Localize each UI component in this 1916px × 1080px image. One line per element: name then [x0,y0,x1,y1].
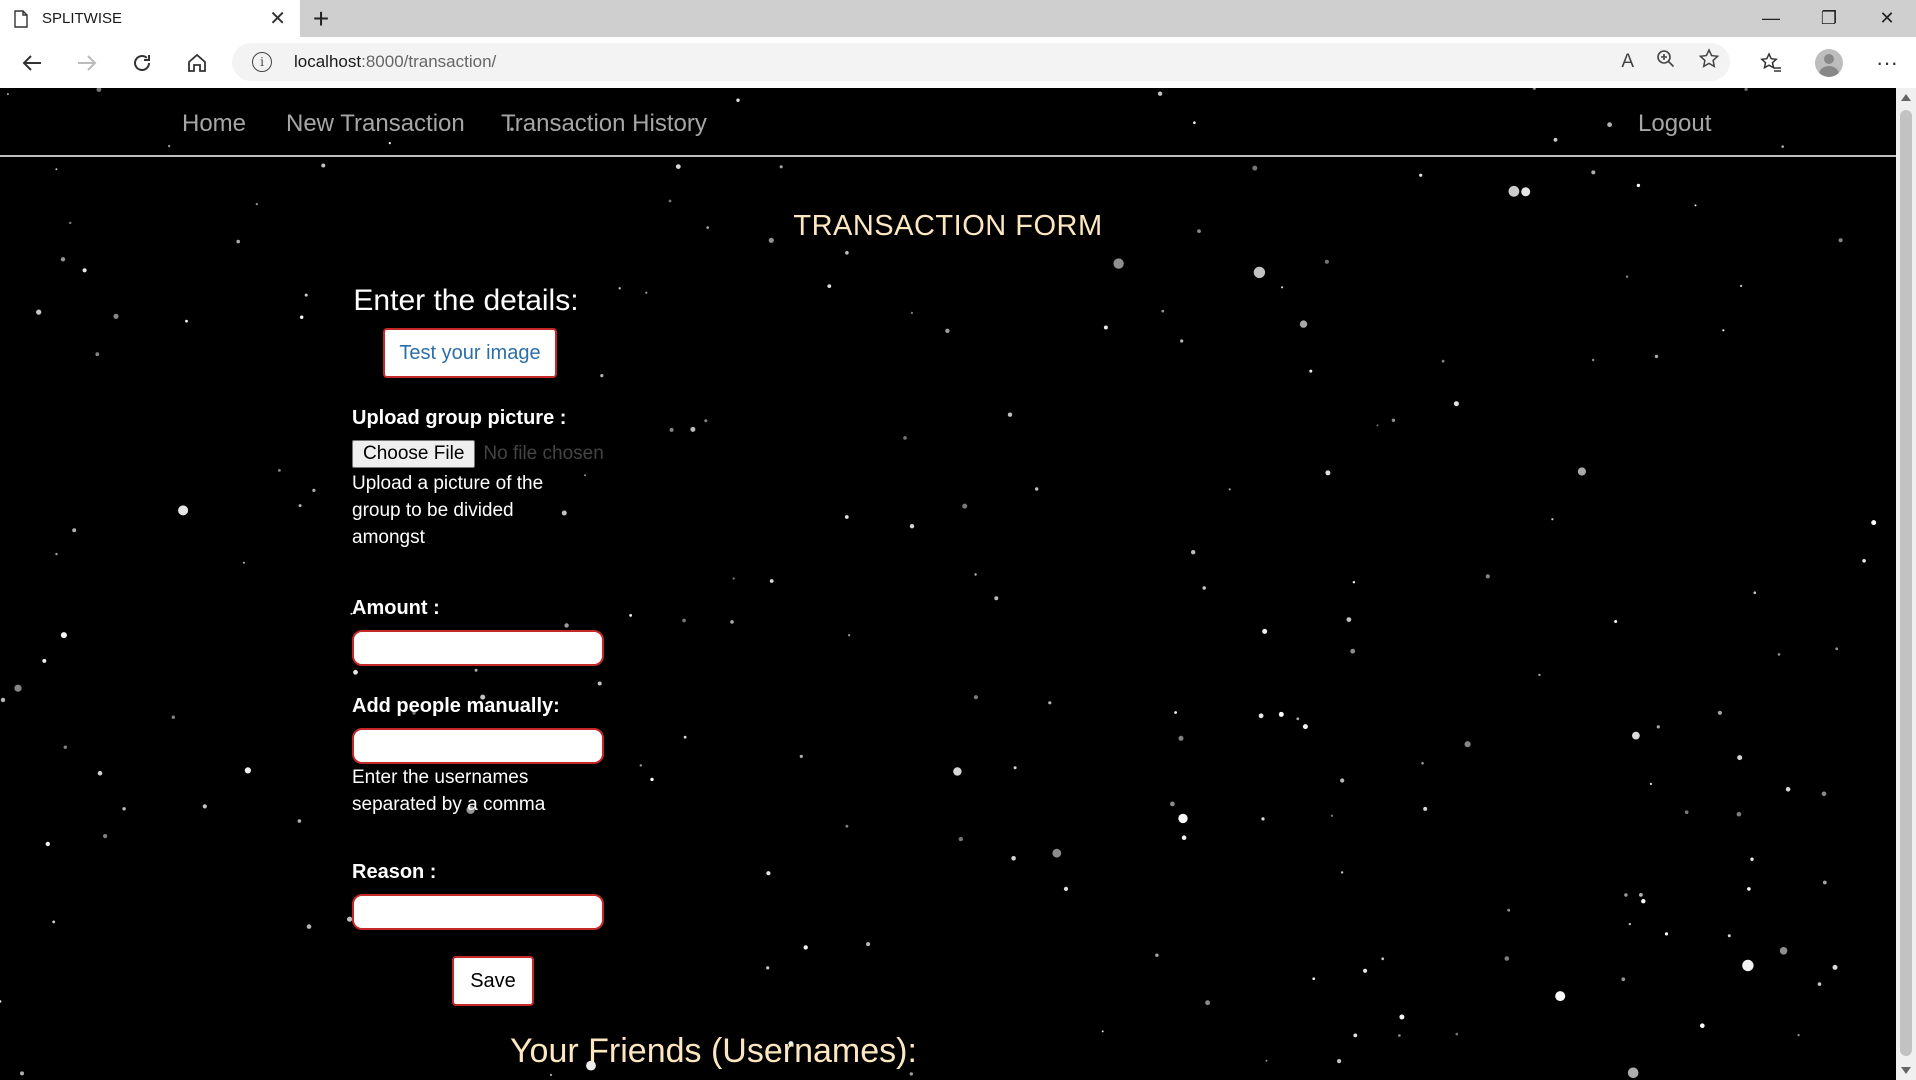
zoom-icon[interactable] [1656,49,1676,75]
browser-tab[interactable]: SPLITWISE ✕ [0,0,300,37]
tab-title: SPLITWISE [42,10,123,27]
address-bar[interactable]: i localhost:8000/transaction/ A [232,43,1730,81]
forward-icon[interactable] [59,37,114,88]
choose-file-button[interactable]: Choose File [352,440,476,468]
window-controls: — ❐ ✕ [1742,0,1916,37]
scroll-thumb[interactable] [1900,110,1912,1056]
reload-icon[interactable] [114,37,169,88]
page-title: TRANSACTION FORM [793,210,1103,242]
page-viewport: Home New Transaction Transaction History… [0,88,1896,1080]
new-tab-button[interactable]: + [300,0,342,37]
people-help-text: Enter the usernames separated by a comma [352,767,546,815]
no-file-text: No file chosen [483,443,604,464]
page-scrollbar[interactable] [1896,88,1916,1080]
people-input[interactable] [352,728,604,764]
amount-label: Amount : [352,597,440,619]
browser-right-icons: ··· [1742,37,1916,88]
more-options-icon[interactable]: ··· [1858,50,1916,76]
restore-icon[interactable]: ❐ [1800,0,1858,37]
nav-link-new-transaction[interactable]: New Transaction [286,110,465,138]
save-button[interactable]: Save [452,956,534,1006]
upload-help-text: Upload a picture of the group to be divi… [352,473,544,548]
address-bar-icons: A [1621,43,1720,81]
browser-tab-bar: SPLITWISE ✕ + — ❐ ✕ [0,0,1916,37]
favorites-icon[interactable] [1742,51,1800,74]
page-icon [14,9,28,28]
amount-input[interactable] [352,630,604,666]
nav-link-transaction-history[interactable]: Transaction History [501,110,707,138]
nav-link-logout[interactable]: Logout [1638,110,1711,138]
profile-avatar[interactable] [1800,48,1858,77]
avatar [1815,48,1843,77]
window-close-icon[interactable]: ✕ [1858,0,1916,37]
file-upload-field[interactable]: Choose File No file chosen [352,440,604,468]
form-heading: Enter the details: [353,284,579,317]
site-info-icon[interactable]: i [252,52,272,72]
url-text[interactable]: localhost:8000/transaction/ [294,52,496,72]
scroll-down-icon[interactable] [1901,1067,1911,1074]
read-aloud-icon[interactable]: A [1621,51,1634,73]
upload-label: Upload group picture : [352,407,567,429]
nav-link-home[interactable]: Home [182,110,246,138]
reason-label: Reason : [352,861,437,883]
minimize-icon[interactable]: — [1742,0,1800,37]
tab-close-icon[interactable]: ✕ [269,9,286,29]
test-image-button[interactable]: Test your image [383,328,557,378]
home-icon[interactable] [169,37,224,88]
friends-heading: Your Friends (Usernames): [510,1032,917,1070]
site-navbar: Home New Transaction Transaction History… [0,88,1896,157]
reason-input[interactable] [352,894,604,930]
browser-toolbar: i localhost:8000/transaction/ A ··· [0,37,1916,88]
back-icon[interactable] [4,37,59,88]
people-label: Add people manually: [352,695,560,717]
favorite-add-icon[interactable] [1698,48,1720,76]
scroll-up-icon[interactable] [1901,94,1911,101]
